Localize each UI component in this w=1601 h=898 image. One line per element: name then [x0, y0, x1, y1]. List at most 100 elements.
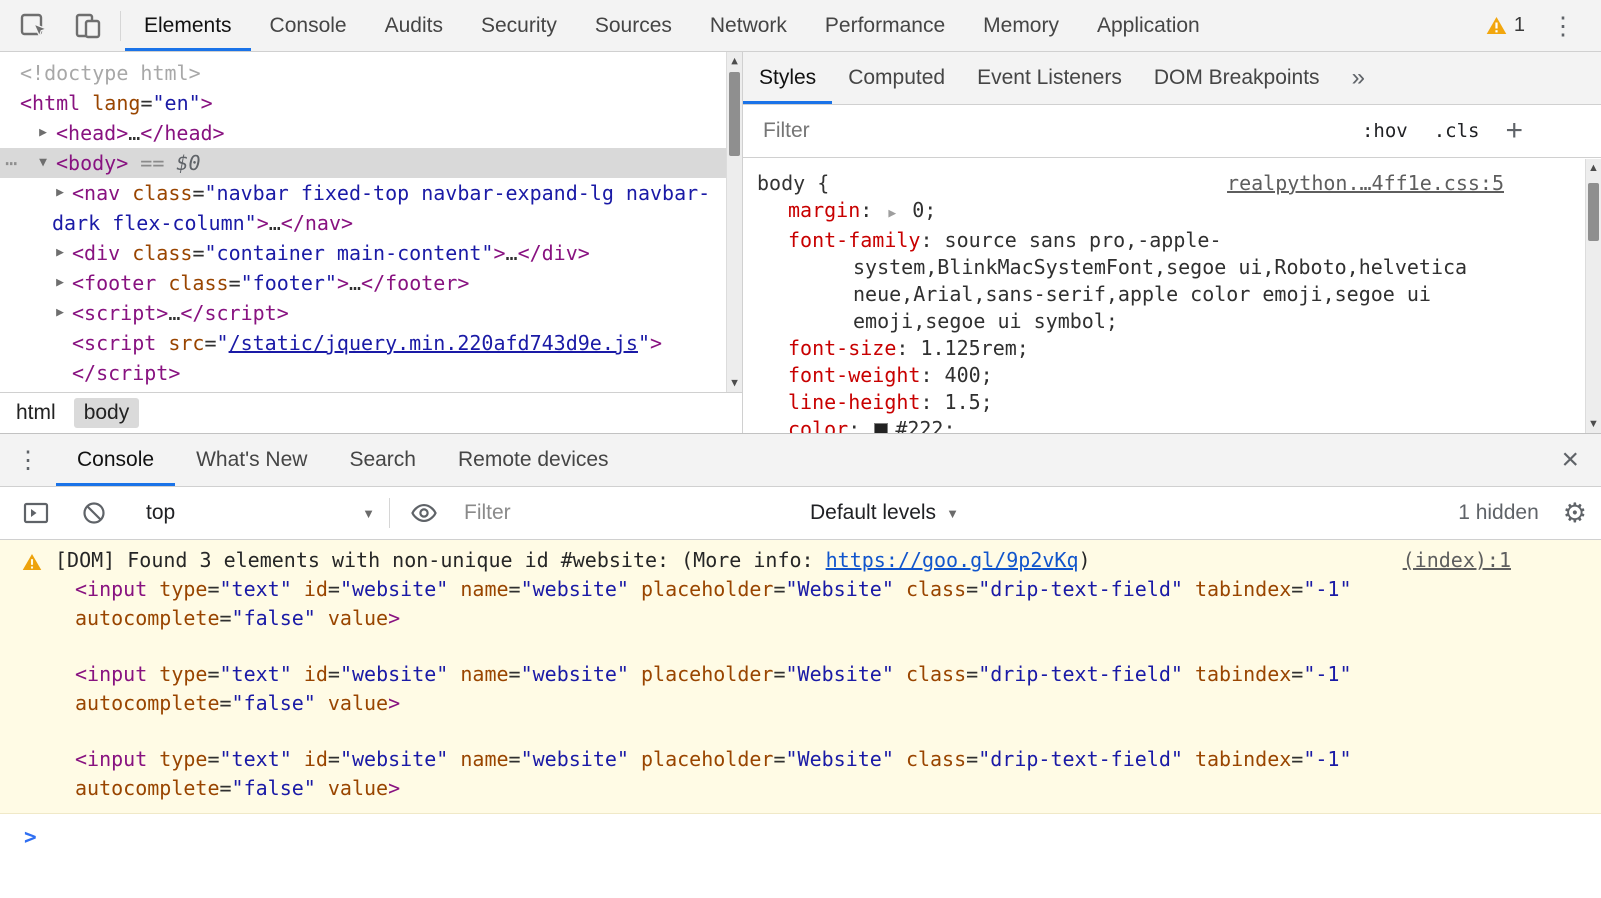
- scrollbar-thumb[interactable]: [1588, 183, 1599, 241]
- tab-application[interactable]: Application: [1078, 0, 1219, 51]
- expand-arrow-icon[interactable]: ▶: [51, 298, 69, 328]
- console-sidebar-icon[interactable]: [14, 494, 58, 532]
- dom-node-nav[interactable]: ▶<nav class="navbar fixed-top navbar-exp…: [0, 178, 742, 238]
- css-property-font-size[interactable]: font-size: 1.125rem;: [757, 335, 1504, 362]
- console-messages: [DOM] Found 3 elements with non-unique i…: [0, 540, 1601, 898]
- toolbar-icons: [0, 0, 116, 51]
- pseudo-state-toggle[interactable]: :hov: [1362, 120, 1408, 142]
- styles-tab-strip: Styles Computed Event Listeners DOM Brea…: [743, 52, 1601, 105]
- log-levels-label: Default levels: [810, 501, 936, 525]
- expand-arrow-icon[interactable]: ▶: [51, 178, 69, 208]
- tab-styles[interactable]: Styles: [743, 52, 832, 104]
- console-logged-element[interactable]: <input type="text" id="website" name="we…: [0, 575, 1601, 633]
- warning-icon: [22, 550, 42, 579]
- tab-memory[interactable]: Memory: [964, 0, 1078, 51]
- warning-count: 1: [1514, 14, 1525, 37]
- drawer-menu-icon[interactable]: [0, 434, 56, 486]
- styles-filter-row: :hov .cls +: [743, 105, 1601, 158]
- tab-remote-devices[interactable]: Remote devices: [437, 434, 630, 486]
- hidden-messages-count: 1 hidden: [1458, 501, 1539, 525]
- tab-network[interactable]: Network: [691, 0, 806, 51]
- drawer-tab-strip: Console What's New Search Remote devices: [0, 434, 1601, 487]
- console-filter-input[interactable]: [464, 501, 784, 525]
- elements-scrollbar[interactable]: ▲ ▼: [726, 52, 742, 392]
- dom-tree: <!doctype html> <html lang="en"> ▶<head>…: [0, 52, 742, 392]
- styles-panel: Styles Computed Event Listeners DOM Brea…: [743, 52, 1601, 433]
- element-class-toggle[interactable]: .cls: [1434, 120, 1480, 142]
- css-property-color[interactable]: color: #222;: [757, 416, 1504, 433]
- css-property-font-weight[interactable]: font-weight: 400;: [757, 362, 1504, 389]
- scroll-up-icon[interactable]: ▲: [727, 52, 742, 70]
- log-levels-dropdown[interactable]: Default levels: [810, 501, 959, 525]
- console-prompt[interactable]: [0, 814, 1601, 852]
- css-selector[interactable]: body {: [757, 170, 829, 197]
- breadcrumb-body[interactable]: body: [74, 398, 140, 428]
- expand-arrow-icon[interactable]: ▶: [34, 118, 52, 148]
- tab-dom-breakpoints[interactable]: DOM Breakpoints: [1138, 52, 1336, 104]
- css-property-line-height[interactable]: line-height: 1.5;: [757, 389, 1504, 416]
- console-logged-element[interactable]: <input type="text" id="website" name="we…: [0, 660, 1601, 718]
- tab-computed[interactable]: Computed: [832, 52, 961, 104]
- dom-node-head[interactable]: ▶<head>…</head>: [0, 118, 742, 148]
- inspect-element-icon[interactable]: [12, 7, 56, 45]
- scroll-down-icon[interactable]: ▼: [1586, 415, 1601, 433]
- breadcrumb-html[interactable]: html: [6, 398, 66, 428]
- toolbar-divider: [389, 498, 390, 528]
- console-drawer: Console What's New Search Remote devices…: [0, 433, 1601, 898]
- device-toolbar-icon[interactable]: [66, 7, 110, 45]
- tab-console[interactable]: Console: [251, 0, 366, 51]
- settings-gear-icon[interactable]: [1563, 498, 1587, 529]
- expand-arrow-icon[interactable]: ▶: [51, 238, 69, 268]
- dom-node-body-selected[interactable]: ⋯▼<body> == $0: [0, 148, 742, 178]
- css-property-font-family[interactable]: font-family: source sans pro,-apple-syst…: [757, 227, 1504, 335]
- styles-filter-input[interactable]: [763, 119, 1336, 143]
- warning-icon: [1486, 16, 1507, 35]
- devtools-window: Elements Console Audits Security Sources…: [0, 0, 1601, 898]
- scroll-up-icon[interactable]: ▲: [1586, 159, 1601, 177]
- new-style-rule-button[interactable]: +: [1505, 121, 1523, 141]
- elements-panel: <!doctype html> <html lang="en"> ▶<head>…: [0, 52, 743, 433]
- console-logged-element[interactable]: <input type="text" id="website" name="we…: [0, 745, 1601, 803]
- tab-whats-new[interactable]: What's New: [175, 434, 328, 486]
- prompt-chevron-icon: [24, 825, 37, 849]
- dom-node-html[interactable]: <html lang="en">: [0, 88, 742, 118]
- more-tabs-icon[interactable]: »: [1342, 52, 1375, 104]
- dom-node-container-div[interactable]: ▶<div class="container main-content">…</…: [0, 238, 742, 268]
- css-property-margin[interactable]: margin: ▶ 0;: [757, 197, 1504, 227]
- dom-node-footer[interactable]: ▶<footer class="footer">…</footer>: [0, 268, 742, 298]
- more-actions-icon[interactable]: ⋯: [5, 148, 15, 178]
- execution-context-selector[interactable]: top: [130, 501, 385, 525]
- dom-node-script-src[interactable]: <script src="/static/jquery.min.220afd74…: [0, 328, 742, 358]
- kebab-menu-icon[interactable]: [1541, 7, 1585, 45]
- css-source-link[interactable]: realpython.…4ff1e.css:5: [1227, 170, 1504, 197]
- tab-security[interactable]: Security: [462, 0, 576, 51]
- eye-icon[interactable]: [402, 494, 446, 532]
- clear-console-icon[interactable]: [72, 494, 116, 532]
- execution-context-label: top: [146, 501, 175, 525]
- tab-audits[interactable]: Audits: [366, 0, 462, 51]
- chevron-down-icon: [362, 506, 375, 521]
- tab-performance[interactable]: Performance: [806, 0, 964, 51]
- console-source-link[interactable]: (index):1: [1403, 546, 1511, 575]
- main-toolbar: Elements Console Audits Security Sources…: [0, 0, 1601, 52]
- tab-search[interactable]: Search: [328, 434, 437, 486]
- dom-node-script-close[interactable]: </script>: [0, 358, 742, 388]
- scrollbar-thumb[interactable]: [729, 72, 740, 156]
- dom-node-doctype[interactable]: <!doctype html>: [0, 58, 742, 88]
- scroll-down-icon[interactable]: ▼: [727, 374, 742, 392]
- expand-arrow-icon[interactable]: ▶: [51, 268, 69, 298]
- console-warning-message: [DOM] Found 3 elements with non-unique i…: [0, 540, 1601, 814]
- close-drawer-icon[interactable]: [1539, 434, 1601, 486]
- tab-drawer-console[interactable]: Console: [56, 434, 175, 486]
- console-warning-badge[interactable]: 1: [1486, 14, 1525, 37]
- collapse-arrow-icon[interactable]: ▼: [34, 148, 52, 178]
- tab-elements[interactable]: Elements: [125, 0, 251, 51]
- console-toolbar: top Default levels 1 hidden: [0, 487, 1601, 540]
- dom-node-script-inline[interactable]: ▶<script>…</script>: [0, 298, 742, 328]
- chevron-down-icon: [946, 506, 959, 521]
- styles-pane: body { realpython.…4ff1e.css:5 margin: ▶…: [743, 158, 1585, 433]
- styles-scrollbar[interactable]: ▲ ▼: [1585, 159, 1601, 433]
- tab-event-listeners[interactable]: Event Listeners: [961, 52, 1138, 104]
- main-tab-strip: Elements Console Audits Security Sources…: [125, 0, 1219, 51]
- tab-sources[interactable]: Sources: [576, 0, 691, 51]
